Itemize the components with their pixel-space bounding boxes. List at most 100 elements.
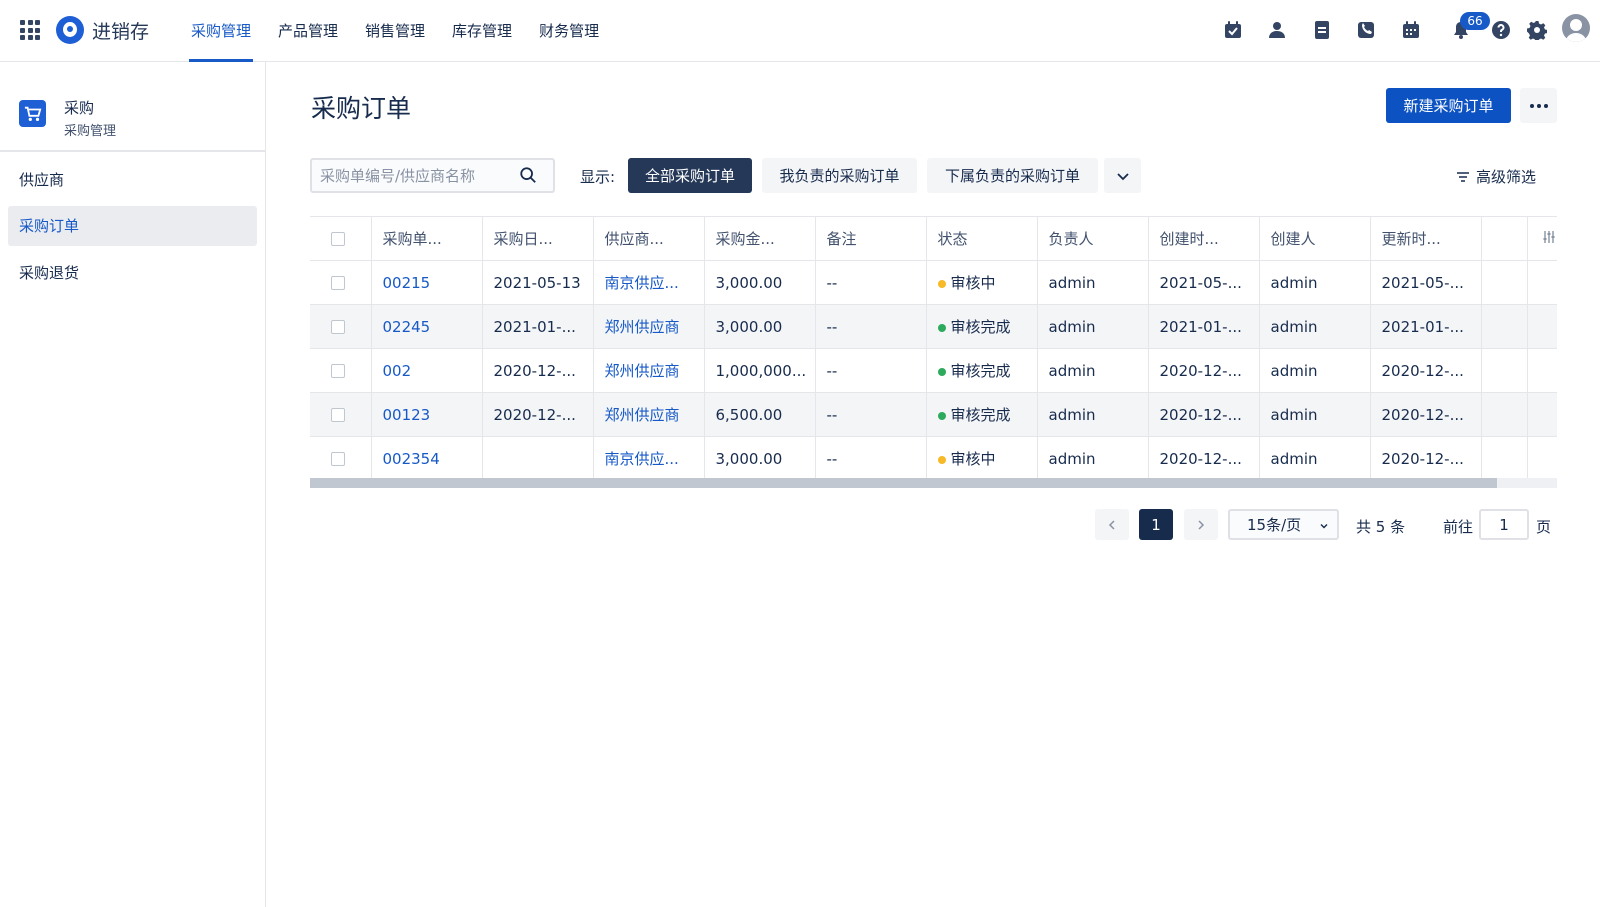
column-header[interactable]: 采购单... [371, 216, 483, 261]
status-text: 审核中 [950, 450, 996, 468]
row-select-cell[interactable] [310, 304, 372, 349]
status-cell: 审核完成 [926, 348, 1038, 393]
supplier-link[interactable]: 郑州供应商 [593, 348, 705, 393]
cell-date [482, 436, 594, 481]
filter-subordinate-orders[interactable]: 下属负责的采购订单 [927, 158, 1098, 193]
row-select-cell[interactable] [310, 436, 372, 481]
cell-created: 2021-05-... [1148, 260, 1260, 305]
new-purchase-order-button[interactable]: 新建采购订单 [1386, 88, 1511, 123]
column-header[interactable]: 更新时... [1370, 216, 1482, 261]
help-icon[interactable] [1490, 19, 1512, 41]
calendar-icon[interactable] [1400, 19, 1422, 41]
empty-column-header [1481, 216, 1528, 261]
cell-amount: 3,000.00 [704, 436, 816, 481]
page-number-current[interactable]: 1 [1139, 509, 1173, 540]
row-select-cell[interactable] [310, 348, 372, 393]
nav-tab-purchase[interactable]: 采购管理 [189, 0, 254, 62]
cell-amount: 1,000,000... [704, 348, 816, 393]
nav-tab-product[interactable]: 产品管理 [276, 0, 340, 62]
cell-date: 2021-05-13 [482, 260, 594, 305]
status-dot [937, 411, 946, 420]
more-actions-button[interactable] [1520, 88, 1557, 123]
nav-tab-inventory[interactable]: 库存管理 [450, 0, 514, 62]
chevron-down-icon [1116, 172, 1129, 180]
table-header-row: 采购单... 采购日... 供应商... 采购金... 备注 状态 负责人 创建… [310, 216, 1557, 261]
order-number-link[interactable]: 002 [371, 348, 483, 393]
page-size-value: 15条/页 [1247, 516, 1302, 534]
supplier-link[interactable]: 南京供应... [593, 260, 705, 305]
sidebar-item-suppliers[interactable]: 供应商 [8, 160, 257, 200]
app-grid-icon[interactable] [20, 20, 40, 40]
select-all-cell[interactable] [310, 216, 372, 261]
column-header[interactable]: 负责人 [1037, 216, 1149, 261]
horizontal-scrollbar[interactable] [310, 478, 1557, 488]
row-actions-cell [1526, 304, 1557, 349]
column-header[interactable]: 备注 [815, 216, 927, 261]
app-brand-name: 进销存 [92, 21, 150, 43]
sidebar-subtitle: 采购管理 [64, 124, 117, 139]
gear-icon[interactable] [1526, 19, 1548, 41]
order-number-link[interactable]: 00215 [371, 260, 483, 305]
column-header[interactable]: 创建时... [1148, 216, 1260, 261]
scrollbar-thumb[interactable] [310, 478, 1497, 488]
app-logo-icon [56, 16, 84, 44]
row-checkbox[interactable] [331, 452, 345, 466]
supplier-link[interactable]: 南京供应... [593, 436, 705, 481]
column-header[interactable]: 采购金... [704, 216, 816, 261]
goto-page-input[interactable] [1479, 509, 1529, 540]
user-avatar-icon[interactable] [1562, 14, 1590, 42]
phone-icon[interactable] [1355, 19, 1377, 41]
page-suffix: 页 [1536, 518, 1552, 536]
search-input[interactable] [312, 160, 517, 191]
row-select-cell[interactable] [310, 392, 372, 437]
order-number-link[interactable]: 002354 [371, 436, 483, 481]
sidebar-item-purchase-orders[interactable]: 采购订单 [8, 206, 257, 246]
select-all-checkbox[interactable] [331, 232, 345, 246]
row-select-cell[interactable] [310, 260, 372, 305]
row-actions-cell [1526, 392, 1557, 437]
filter-all-orders[interactable]: 全部采购订单 [628, 158, 752, 193]
row-checkbox[interactable] [331, 276, 345, 290]
supplier-link[interactable]: 郑州供应商 [593, 304, 705, 349]
sidebar: 采购 采购管理 供应商 采购订单 采购退货 [0, 62, 266, 907]
search-icon[interactable] [519, 166, 537, 184]
nav-tab-finance[interactable]: 财务管理 [537, 0, 601, 62]
cell-owner: admin [1037, 348, 1149, 393]
advanced-filter-label: 高级筛选 [1476, 168, 1537, 186]
cell-owner: admin [1037, 392, 1149, 437]
row-checkbox[interactable] [331, 408, 345, 422]
column-header[interactable]: 采购日... [482, 216, 594, 261]
column-settings-icon[interactable] [1542, 230, 1556, 244]
supplier-link[interactable]: 郑州供应商 [593, 392, 705, 437]
column-header[interactable]: 创建人 [1259, 216, 1371, 261]
order-number-link[interactable]: 02245 [371, 304, 483, 349]
filter-my-orders[interactable]: 我负责的采购订单 [762, 158, 917, 193]
page-size-select[interactable]: 15条/页 [1228, 509, 1339, 540]
nav-tab-sales[interactable]: 销售管理 [363, 0, 427, 62]
column-settings-cell[interactable] [1527, 216, 1557, 261]
status-dot [937, 323, 946, 332]
filter-dropdown-button[interactable] [1104, 158, 1141, 193]
contact-icon[interactable] [1266, 19, 1288, 41]
row-checkbox[interactable] [331, 364, 345, 378]
cell-creator: admin [1259, 304, 1371, 349]
table-row[interactable]: 002354 南京供应... 3,000.00 -- 审核中 admin 2020-12-.… [310, 436, 1557, 481]
calendar-check-icon[interactable] [1222, 19, 1244, 41]
order-number-link[interactable]: 00123 [371, 392, 483, 437]
sidebar-item-purchase-returns[interactable]: 采购退货 [8, 253, 257, 293]
table-row[interactable]: 02245 2021-01-... 郑州供应商 3,000.00 -- 审核完成 admin… [310, 304, 1557, 349]
row-checkbox[interactable] [331, 320, 345, 334]
table-row[interactable]: 00123 2020-12-... 郑州供应商 6,500.00 -- 审核完成 admin… [310, 392, 1557, 437]
next-page-button[interactable] [1184, 509, 1218, 540]
cell-updated: 2020-12-... [1370, 392, 1482, 437]
advanced-filter-button[interactable]: 高级筛选 [1456, 166, 1536, 187]
column-header[interactable]: 供应商... [593, 216, 705, 261]
table-row[interactable]: 002 2020-12-... 郑州供应商 1,000,000... -- 审核完成 adm… [310, 348, 1557, 393]
cell-creator: admin [1259, 260, 1371, 305]
prev-page-button[interactable] [1095, 509, 1129, 540]
table-row[interactable]: 00215 2021-05-13 南京供应... 3,000.00 -- 审核中 admin… [310, 260, 1557, 305]
row-actions-cell [1526, 260, 1557, 305]
column-header[interactable]: 状态 [926, 216, 1038, 261]
document-icon[interactable] [1311, 19, 1333, 41]
status-text: 审核中 [950, 274, 996, 292]
